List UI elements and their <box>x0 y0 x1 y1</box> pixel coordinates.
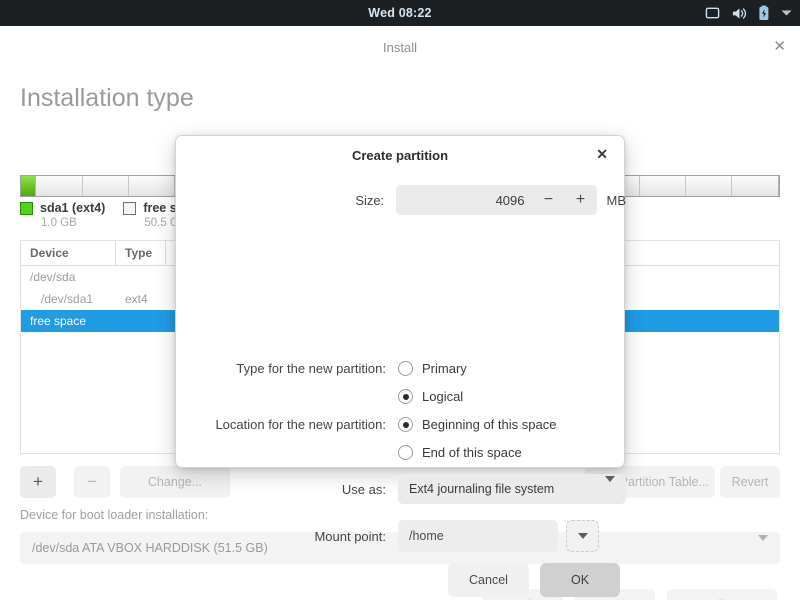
mount-point-input[interactable] <box>398 520 558 552</box>
partition-type-row: Type for the new partition: Primary <box>176 361 626 376</box>
size-value[interactable]: 4096 <box>396 193 532 208</box>
partition-location-label: Location for the new partition: <box>176 417 386 432</box>
size-decrement-button[interactable]: − <box>533 185 565 215</box>
size-unit-label: MB <box>607 193 627 208</box>
partition-segment-used <box>21 176 36 196</box>
size-row: Size: 4096 − + MB <box>176 185 626 215</box>
chevron-down-icon <box>605 482 615 496</box>
legend-size: 1.0 GB <box>41 217 105 229</box>
partition-bar-tick <box>640 176 686 196</box>
close-icon[interactable]: ✕ <box>596 147 608 161</box>
radio-beginning-label: Beginning of this space <box>422 417 556 432</box>
use-as-select[interactable]: Ext4 journaling file system <box>398 474 626 504</box>
remove-partition-button[interactable]: − <box>74 466 110 498</box>
page-title: Installation type <box>20 84 194 113</box>
window-titlebar: Install ✕ <box>0 26 800 68</box>
radio-icon <box>398 445 413 460</box>
dialog-header: Create partition ✕ <box>176 136 624 174</box>
radio-logical[interactable]: Logical <box>398 389 463 404</box>
size-label: Size: <box>176 193 384 208</box>
partition-bar-tick <box>36 176 82 196</box>
revert-button[interactable]: Revert <box>720 466 780 498</box>
column-header-type[interactable]: Type <box>116 241 166 266</box>
partition-type-logical-row: Logical <box>176 389 626 404</box>
use-as-label: Use as: <box>176 482 386 497</box>
radio-icon <box>398 361 413 376</box>
radio-logical-label: Logical <box>422 389 463 404</box>
close-icon[interactable]: ✕ <box>773 39 786 54</box>
create-partition-dialog: Create partition ✕ Size: 4096 − + MB Typ… <box>175 135 625 468</box>
legend-item: sda1 (ext4) 1.0 GB <box>20 201 105 229</box>
radio-primary[interactable]: Primary <box>398 361 467 376</box>
cell-device: free space <box>21 314 116 328</box>
dialog-title: Create partition <box>352 148 448 163</box>
chevron-down-icon[interactable] <box>781 9 792 17</box>
legend-label: sda1 (ext4) <box>40 201 105 215</box>
partition-bar-tick <box>129 176 175 196</box>
partition-location-end-row: End of this space <box>176 445 626 460</box>
radio-beginning-of-space[interactable]: Beginning of this space <box>398 417 556 432</box>
partition-location-row: Location for the new partition: Beginnin… <box>176 417 626 432</box>
size-increment-button[interactable]: + <box>565 185 597 215</box>
display-icon[interactable] <box>705 6 720 21</box>
system-clock[interactable]: Wed 08:22 <box>368 6 431 20</box>
radio-primary-label: Primary <box>422 361 467 376</box>
legend-swatch-icon <box>20 202 33 215</box>
add-partition-button[interactable]: + <box>20 466 56 498</box>
chevron-down-icon <box>758 541 768 555</box>
column-header-device[interactable]: Device <box>21 241 116 266</box>
cancel-button[interactable]: Cancel <box>448 563 529 597</box>
cell-device: /dev/sda <box>21 270 116 284</box>
radio-icon <box>398 417 413 432</box>
mount-point-row: Mount point: <box>176 520 626 552</box>
battery-icon[interactable] <box>758 5 770 21</box>
system-topbar: Wed 08:22 <box>0 0 800 26</box>
volume-icon[interactable] <box>731 6 747 21</box>
partition-bar-tick <box>83 176 129 196</box>
partition-bar-tick <box>686 176 732 196</box>
install-now-button[interactable]: Install Now <box>667 589 777 600</box>
cell-type: ext4 <box>116 292 166 306</box>
radio-end-of-space[interactable]: End of this space <box>398 445 522 460</box>
mount-point-label: Mount point: <box>176 529 386 544</box>
radio-end-label: End of this space <box>422 445 522 460</box>
size-spinbox[interactable]: 4096 − + <box>396 185 596 215</box>
mount-point-dropdown-button[interactable] <box>566 520 599 552</box>
radio-icon <box>398 389 413 404</box>
cell-device: /dev/sda1 <box>21 292 116 306</box>
window-title: Install <box>383 40 417 55</box>
legend-swatch-icon <box>123 202 136 215</box>
mount-point-combo <box>398 520 599 552</box>
partition-type-label: Type for the new partition: <box>176 361 386 376</box>
use-as-value: Ext4 journaling file system <box>409 482 554 496</box>
ok-button[interactable]: OK <box>540 563 620 597</box>
system-tray <box>705 0 792 26</box>
use-as-row: Use as: Ext4 journaling file system <box>176 474 626 504</box>
partition-bar-tick <box>732 176 777 196</box>
